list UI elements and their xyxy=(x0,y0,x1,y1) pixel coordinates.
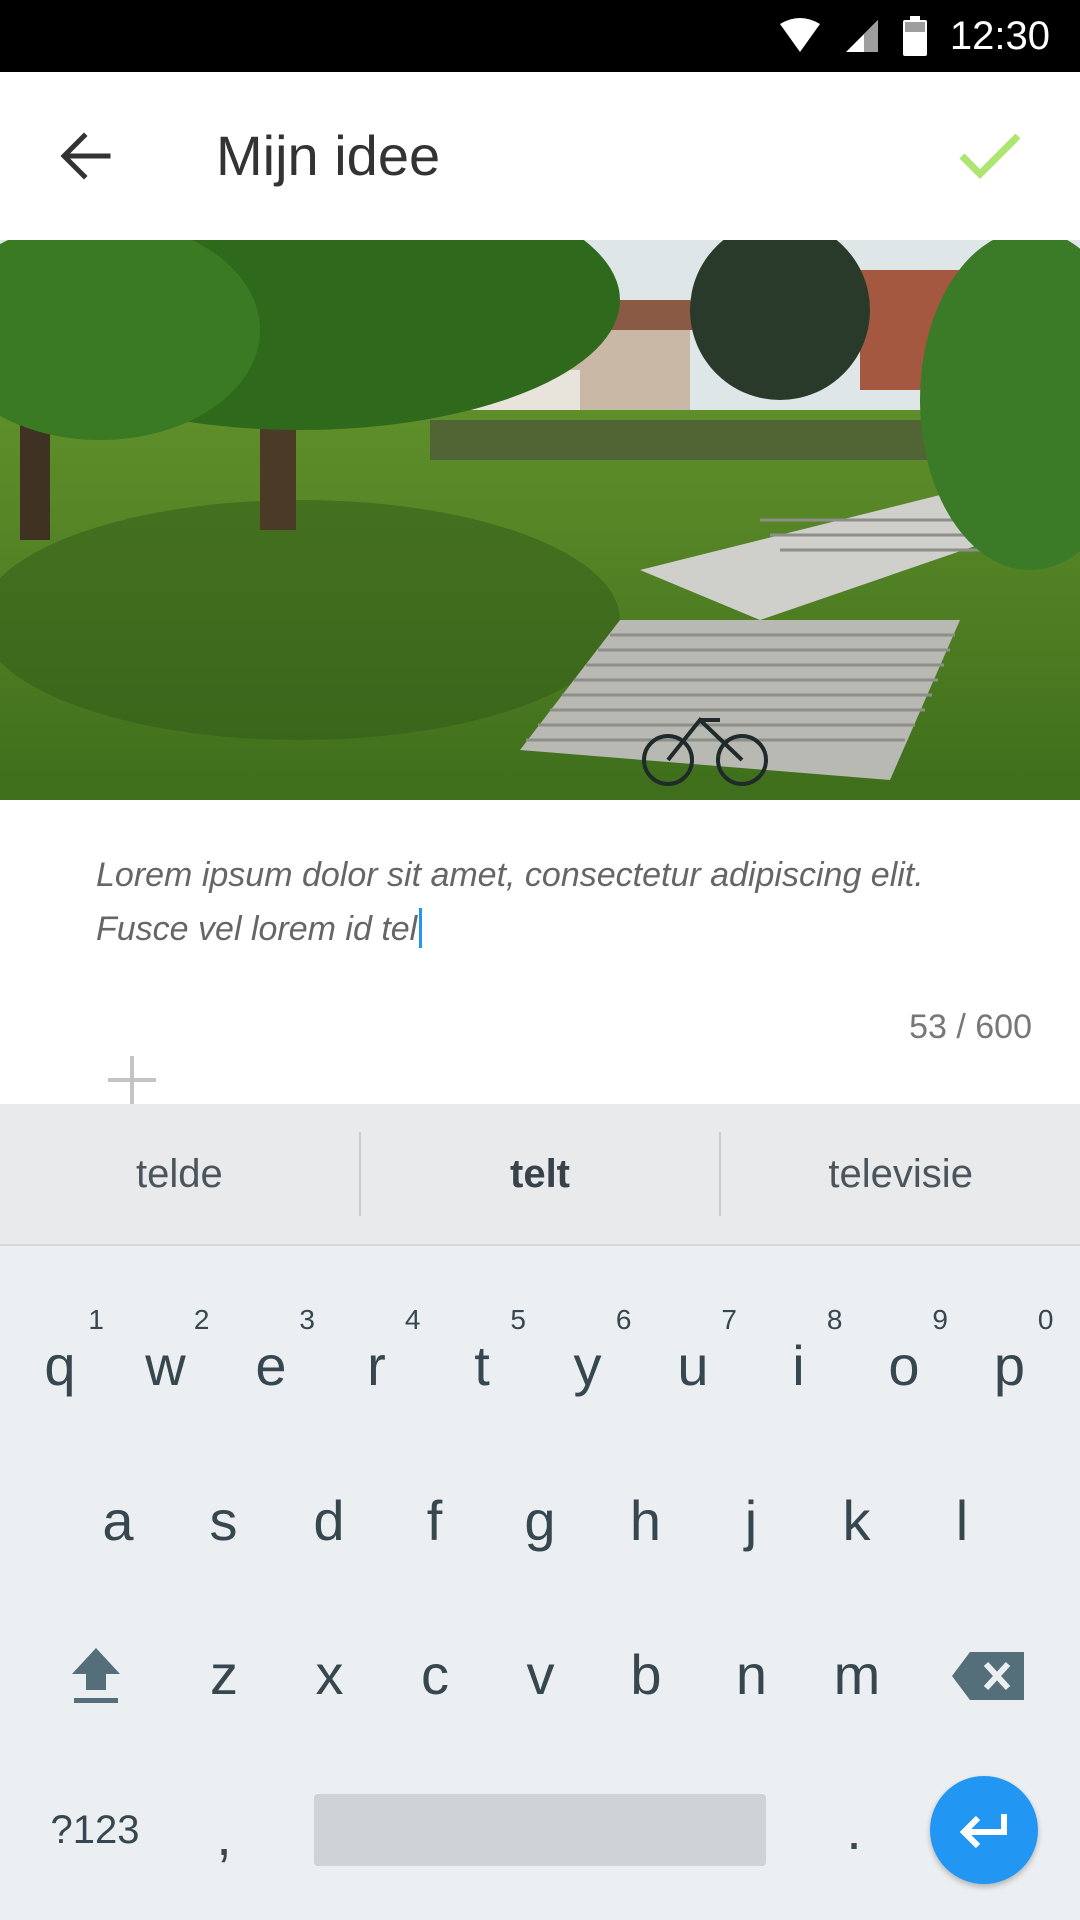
battery-icon xyxy=(902,16,928,56)
key-p[interactable]: p0 xyxy=(958,1300,1062,1430)
key-e[interactable]: e3 xyxy=(219,1300,323,1430)
key-number-hint: 9 xyxy=(932,1304,948,1335)
key-label: f xyxy=(426,1488,443,1552)
idea-text-line-current: Fusce vel lorem id tel xyxy=(96,902,996,956)
key-label: w xyxy=(145,1333,186,1397)
key-o[interactable]: o9 xyxy=(852,1300,956,1430)
key-b[interactable]: b xyxy=(594,1614,698,1734)
key-k[interactable]: k xyxy=(805,1460,909,1580)
key-label: l xyxy=(955,1488,969,1552)
checkmark-icon xyxy=(959,133,1021,179)
idea-text-input[interactable]: Lorem ipsum dolor sit amet, consectetur … xyxy=(96,848,996,956)
key-label: i xyxy=(792,1333,805,1397)
comma-key[interactable]: , xyxy=(184,1790,264,1880)
suggestion-strip: telde telt televisie xyxy=(0,1104,1080,1246)
key-label: n xyxy=(735,1642,768,1706)
key-label: y xyxy=(573,1333,602,1397)
key-label: z xyxy=(210,1642,238,1706)
key-number-hint: 3 xyxy=(299,1304,315,1335)
key-label: q xyxy=(44,1333,76,1397)
page-title: Mijn idee xyxy=(216,124,441,187)
key-number-hint: 2 xyxy=(193,1304,210,1335)
key-s[interactable]: s xyxy=(172,1460,276,1580)
back-button[interactable] xyxy=(40,110,132,202)
key-y[interactable]: y6 xyxy=(536,1300,640,1430)
key-a[interactable]: a xyxy=(66,1460,170,1580)
key-n[interactable]: n xyxy=(700,1614,804,1734)
status-bar: 12:30 xyxy=(0,0,1080,72)
key-number-hint: 7 xyxy=(721,1304,737,1335)
key-label: b xyxy=(630,1642,662,1706)
wifi-icon xyxy=(778,18,822,54)
key-i[interactable]: i8 xyxy=(747,1300,851,1430)
key-h[interactable]: h xyxy=(594,1460,698,1580)
confirm-button[interactable] xyxy=(944,110,1036,202)
key-number-hint: 6 xyxy=(615,1304,632,1335)
backspace-key[interactable] xyxy=(940,1630,1036,1722)
suggestion-item-primary[interactable]: telt xyxy=(361,1104,720,1244)
signal-icon xyxy=(844,18,880,54)
character-counter: 53 / 600 xyxy=(909,1008,1032,1046)
key-label: v xyxy=(526,1642,555,1706)
key-label: a xyxy=(102,1488,134,1552)
key-label: j xyxy=(744,1488,758,1552)
backspace-icon xyxy=(952,1652,1024,1700)
key-number-hint: 1 xyxy=(88,1304,104,1335)
arrow-left-icon xyxy=(60,132,111,180)
shift-key[interactable] xyxy=(50,1630,142,1722)
key-label: p xyxy=(993,1333,1026,1397)
idea-text-current: Fusce vel lorem id tel xyxy=(96,910,418,948)
plus-icon xyxy=(108,1056,156,1104)
key-label: x xyxy=(315,1642,344,1706)
key-f[interactable]: f xyxy=(383,1460,487,1580)
key-z[interactable]: z xyxy=(172,1614,276,1734)
key-v[interactable]: v xyxy=(489,1614,593,1734)
key-u[interactable]: u7 xyxy=(641,1300,745,1430)
key-m[interactable]: m xyxy=(805,1614,909,1734)
key-c[interactable]: c xyxy=(383,1614,487,1734)
key-label: u xyxy=(677,1333,709,1397)
shift-arrow-icon xyxy=(72,1648,120,1703)
key-label: g xyxy=(524,1488,556,1552)
key-w[interactable]: w2 xyxy=(114,1300,218,1430)
idea-text-line: Lorem ipsum dolor sit amet, consectetur … xyxy=(96,856,924,894)
suggestion-item[interactable]: televisie xyxy=(721,1104,1080,1244)
space-key[interactable] xyxy=(314,1794,766,1866)
key-label: s xyxy=(209,1488,238,1552)
key-label: c xyxy=(421,1642,449,1706)
key-label: r xyxy=(367,1333,386,1397)
key-l[interactable]: l xyxy=(910,1460,1014,1580)
key-t[interactable]: t5 xyxy=(430,1300,534,1430)
key-d[interactable]: d xyxy=(277,1460,381,1580)
enter-key[interactable] xyxy=(930,1776,1038,1884)
key-q[interactable]: q1 xyxy=(8,1300,112,1430)
key-x[interactable]: x xyxy=(278,1614,382,1734)
key-label: e xyxy=(255,1333,287,1397)
key-number-hint: 0 xyxy=(1037,1304,1054,1335)
text-cursor xyxy=(419,908,423,948)
key-number-hint: 5 xyxy=(510,1304,526,1335)
key-label: m xyxy=(833,1642,881,1706)
key-number-hint: 8 xyxy=(826,1304,843,1335)
status-time: 12:30 xyxy=(949,13,1050,58)
add-button[interactable] xyxy=(104,1052,160,1108)
enter-arrow-icon xyxy=(959,1814,1007,1849)
key-r[interactable]: r4 xyxy=(325,1300,429,1430)
key-label: t xyxy=(474,1333,490,1397)
key-label: h xyxy=(629,1488,662,1552)
app-bar: Mijn idee xyxy=(0,72,1080,240)
key-number-hint: 4 xyxy=(404,1304,421,1335)
key-label: o xyxy=(888,1333,920,1397)
key-label: d xyxy=(313,1488,345,1552)
period-key[interactable]: . xyxy=(814,1784,894,1874)
suggestion-item[interactable]: telde xyxy=(0,1104,359,1244)
key-label: k xyxy=(842,1488,871,1552)
key-j[interactable]: j xyxy=(699,1460,803,1580)
symbols-key[interactable]: ?123 xyxy=(30,1790,160,1870)
idea-photo xyxy=(0,240,1080,800)
key-g[interactable]: g xyxy=(488,1460,592,1580)
status-icons: 12:30 xyxy=(778,0,1050,72)
